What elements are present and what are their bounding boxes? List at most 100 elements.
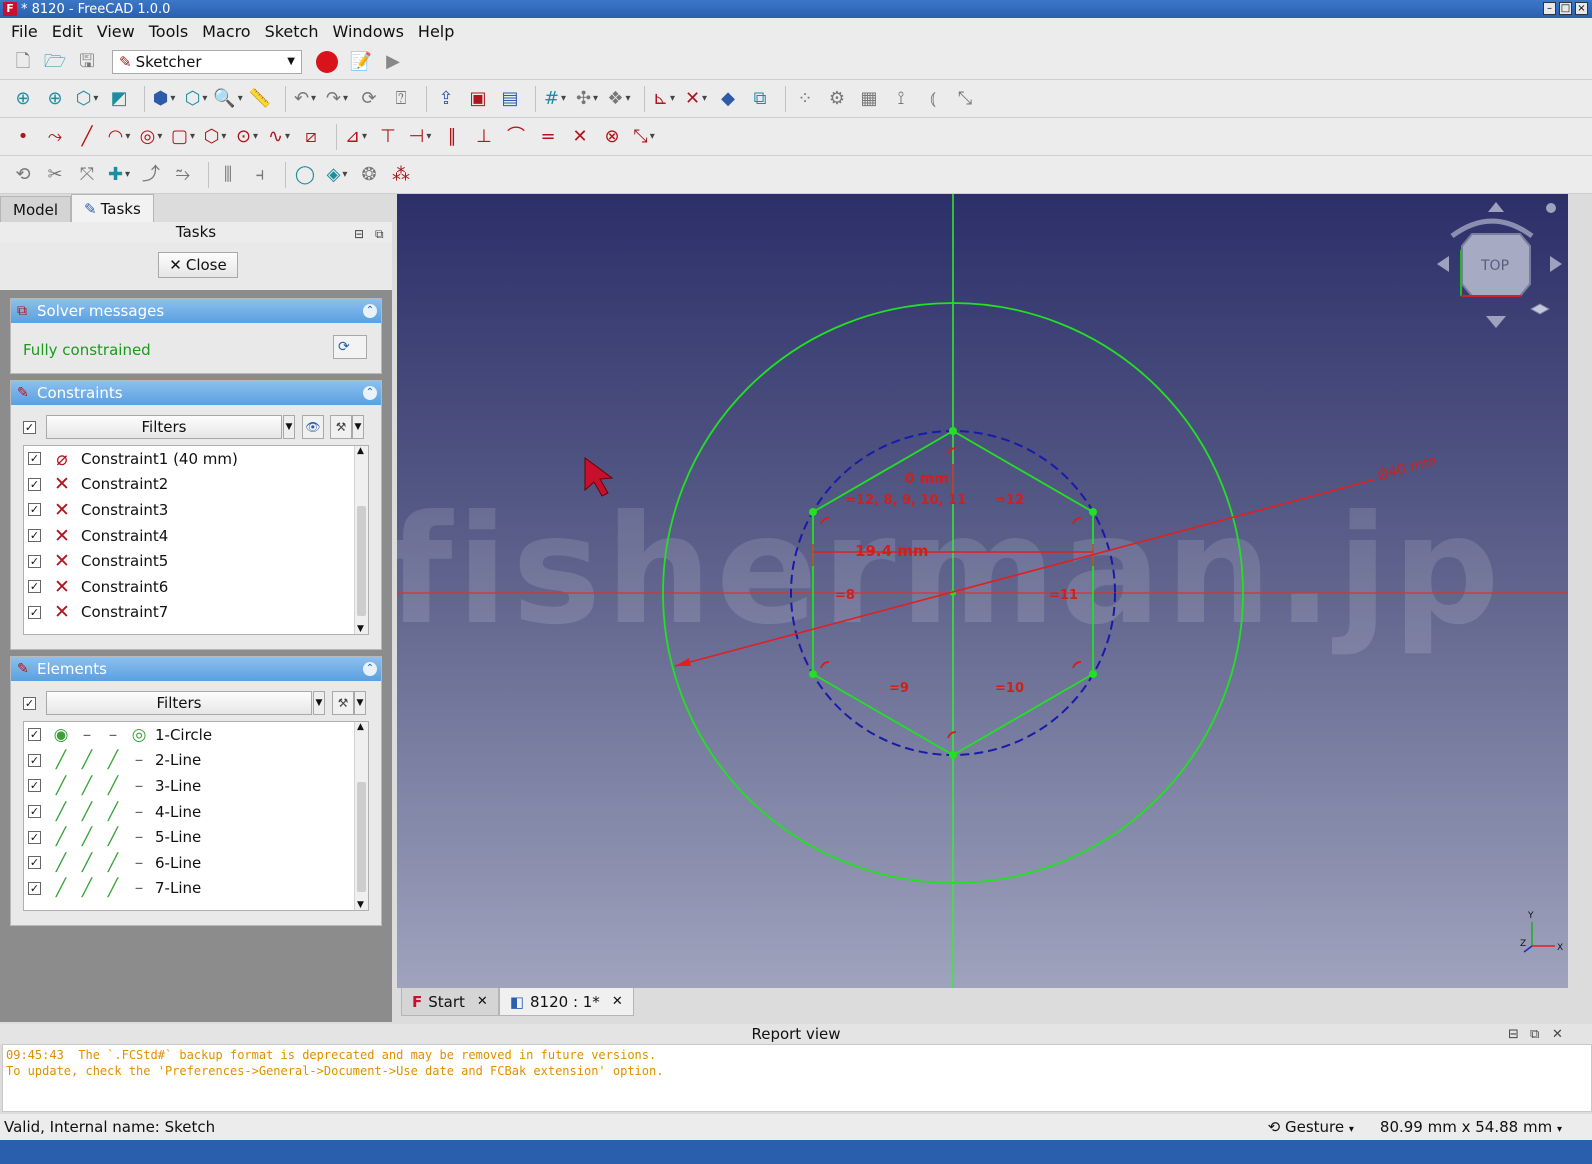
trim-icon[interactable]: ✂ <box>42 162 68 188</box>
cube-icon[interactable] <box>1529 303 1551 315</box>
checkbox[interactable]: ✓ <box>28 477 41 491</box>
block-constraint-icon[interactable]: ⊗ <box>599 124 625 150</box>
equal-label[interactable]: =12 <box>995 493 1024 508</box>
list-item[interactable]: ✓ ◉ – – ◎ 1-Circle <box>24 722 368 748</box>
checkbox[interactable]: ✓ <box>28 580 41 594</box>
width-label[interactable]: 19.4 mm <box>855 542 929 560</box>
menu-windows[interactable]: Windows <box>325 22 410 41</box>
save-document-icon[interactable]: 🖫 <box>74 49 100 75</box>
maximize-button[interactable]: □ <box>1559 2 1572 15</box>
checkbox[interactable]: ✓ <box>28 503 41 517</box>
arrow-right-icon[interactable] <box>1550 256 1562 272</box>
tab-document[interactable]: ◧ 8120 : 1* ✕ <box>498 988 634 1016</box>
fit-all-icon[interactable]: ⊕ <box>10 86 36 112</box>
constraints-filters-button[interactable]: Filters ▼ <box>46 415 295 439</box>
macro-editor-icon[interactable]: 📝 <box>348 49 374 75</box>
scale-icon[interactable]: ⤡ <box>952 86 978 112</box>
elements-select-all-checkbox[interactable]: ✓ <box>23 696 36 710</box>
validate-sketch-icon[interactable]: ◆ <box>715 86 741 112</box>
isometric-view-icon[interactable]: ⬡ <box>183 86 209 112</box>
close-sketch-button[interactable]: ✕ Close <box>158 252 238 278</box>
checkbox[interactable]: ✓ <box>28 779 41 793</box>
toggle-driving-icon[interactable]: ⤡ <box>631 124 657 150</box>
tab-start[interactable]: F Start ✕ <box>401 988 499 1016</box>
knot-icon[interactable]: ❂ <box>356 162 382 188</box>
arrow-up-icon[interactable] <box>1488 202 1504 212</box>
merge-sketches-icon[interactable]: ⧉ <box>747 86 773 112</box>
navigation-cube[interactable]: TOP <box>1437 202 1562 328</box>
select-axes-icon[interactable]: ✕ <box>683 86 709 112</box>
settings-icon[interactable]: ⚒ <box>330 415 352 439</box>
redo-icon[interactable]: ↷ <box>324 86 350 112</box>
fit-selection-icon[interactable]: ⊕ <box>42 86 68 112</box>
zero-distance-label[interactable]: 0 mm <box>905 471 949 487</box>
mirror-icon[interactable]: ⫼ <box>215 162 241 188</box>
point-icon[interactable]: • <box>10 124 36 150</box>
chevron-down-icon[interactable]: ▼ <box>283 415 295 439</box>
measure-icon[interactable]: 📏 <box>247 86 273 112</box>
list-item[interactable]: ✓ ╱ ╱ ╱ –4-Line <box>24 799 368 825</box>
settings-icon[interactable]: ⚒ <box>332 691 354 715</box>
checkbox[interactable]: ✓ <box>28 529 41 543</box>
rectangle-icon[interactable]: ▢ <box>170 124 196 150</box>
perpendicular-constraint-icon[interactable]: ⊥ <box>471 124 497 150</box>
solver-refresh-button[interactable]: ⟳ <box>333 335 367 359</box>
circle-icon[interactable]: ◎ <box>138 124 164 150</box>
3d-view[interactable]: © fisherman.jp Ø40 mm 19.4 mm 0 mm =12, … <box>397 194 1568 988</box>
gear-icon[interactable]: ⚙ <box>824 86 850 112</box>
tab-tasks[interactable]: ✎ Tasks <box>71 194 154 222</box>
list-item[interactable]: ✓ ✕ Constraint3 <box>24 497 368 523</box>
standard-views-icon[interactable]: ⬡ <box>74 86 100 112</box>
list-item[interactable]: ✓ ╱ ╱ ╱ –6-Line <box>24 850 368 876</box>
record-macro-icon[interactable] <box>316 50 338 73</box>
grid-icon[interactable]: # <box>542 86 568 112</box>
polyline-icon[interactable]: ⤳ <box>42 124 68 150</box>
collapse-icon[interactable]: ⌃ <box>363 304 377 318</box>
checkbox[interactable]: ✓ <box>28 554 41 568</box>
open-document-icon[interactable]: 🗁 <box>42 49 68 75</box>
list-item[interactable]: ✓ ✕ Constraint7 <box>24 600 368 626</box>
extend-icon[interactable]: ⤧ <box>74 162 100 188</box>
elements-filters-button[interactable]: Filters ▼ <box>46 691 325 715</box>
constraints-select-all-checkbox[interactable]: ✓ <box>23 420 36 434</box>
menu-file[interactable]: File <box>4 22 45 41</box>
whats-this-icon[interactable]: ⍰ <box>388 86 414 112</box>
select-origin-icon[interactable]: ⊾ <box>651 86 677 112</box>
rendering-order-icon[interactable]: ❖ <box>606 86 632 112</box>
horizontal-distance-icon[interactable]: ⊣ <box>407 124 433 150</box>
checkbox[interactable]: ✓ <box>28 881 41 895</box>
line-icon[interactable]: ╱ <box>74 124 100 150</box>
tab-model[interactable]: Model <box>0 196 72 222</box>
menu-edit[interactable]: Edit <box>45 22 90 41</box>
vertical-distance-icon[interactable]: ⊤ <box>375 124 401 150</box>
dock-icon[interactable]: ⊟ <box>1508 1025 1519 1045</box>
play-macro-icon[interactable]: ▶ <box>380 49 406 75</box>
elements-header[interactable]: ✎ Elements ⌃ <box>11 657 381 681</box>
leave-sketch-icon[interactable]: ⇪ <box>433 86 459 112</box>
checkbox[interactable]: ✓ <box>28 753 41 767</box>
constraints-header[interactable]: ✎ Constraints ⌃ <box>11 381 381 405</box>
diameter-dimension-line[interactable] <box>674 479 1374 667</box>
external-geometry-icon[interactable]: ⤴ <box>138 162 164 188</box>
close-icon[interactable]: ✕ <box>1552 1025 1563 1045</box>
list-item[interactable]: ✓ ⌀ Constraint1 (40 mm) <box>24 446 368 472</box>
chevron-down-icon[interactable]: ▼ <box>352 415 364 439</box>
diameter-label[interactable]: Ø40 mm <box>1376 453 1439 484</box>
equal-label[interactable]: =9 <box>889 681 909 696</box>
carbon-copy-icon[interactable]: ⥲ <box>170 162 196 188</box>
snap-icon[interactable]: ✣ <box>574 86 600 112</box>
dimension-readout[interactable]: 80.99 mm x 54.88 mm ▾ <box>1380 1118 1562 1136</box>
float-icon[interactable]: ⧉ <box>1530 1025 1539 1045</box>
close-window-button[interactable]: × <box>1575 2 1588 15</box>
checkbox[interactable]: ✓ <box>28 728 41 742</box>
remove-axes-icon[interactable]: ⁂ <box>388 162 414 188</box>
list-item[interactable]: ✓ ╱ ╱ ╱ –3-Line <box>24 773 368 799</box>
list-item[interactable]: ✓ ╱ ╱ ╱ –5-Line <box>24 824 368 850</box>
checkbox[interactable]: ✓ <box>28 856 41 870</box>
visibility-eye-icon[interactable]: 👁 <box>302 415 324 439</box>
report-view[interactable]: 09:45:43 The `.FCStd#` backup format is … <box>2 1044 1592 1112</box>
checkbox[interactable]: ✓ <box>28 452 41 466</box>
clone-icon[interactable]: ⫞ <box>247 162 273 188</box>
list-item[interactable]: ✓ ╱ ╱ ╱ –2-Line <box>24 748 368 774</box>
array-icon[interactable]: ▦ <box>856 86 882 112</box>
